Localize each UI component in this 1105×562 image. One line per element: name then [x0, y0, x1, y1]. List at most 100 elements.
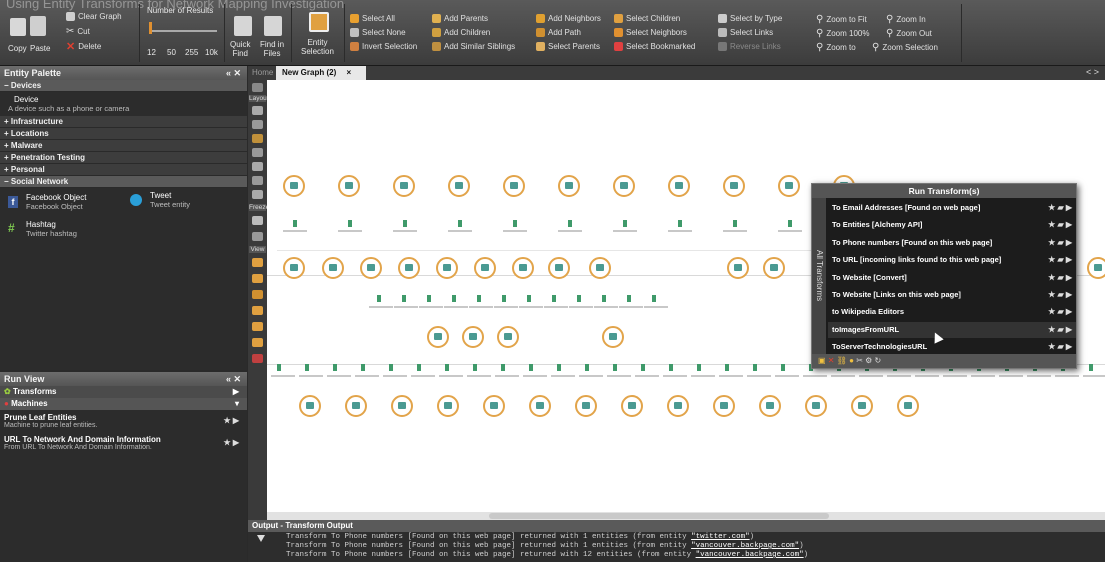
refresh-icon[interactable]: ↻ — [875, 356, 882, 365]
transform-run-icon[interactable]: ★ ▰ ▶ — [1048, 270, 1072, 286]
entity-node[interactable] — [558, 175, 580, 197]
leaf-entity[interactable] — [361, 364, 365, 371]
binoculars-icon[interactable] — [234, 16, 252, 36]
select-parents-button[interactable]: Select Parents — [536, 42, 600, 51]
tab-home[interactable]: Home — [252, 68, 273, 77]
entity-node[interactable] — [299, 395, 321, 417]
view-bubble-icon[interactable] — [252, 274, 263, 283]
entity-node[interactable] — [759, 395, 781, 417]
leaf-entity[interactable] — [458, 220, 462, 227]
refresh-icon[interactable] — [252, 232, 263, 241]
scrollbar-thumb[interactable] — [489, 513, 829, 519]
tab-close-icon[interactable]: × — [346, 68, 351, 77]
entity-node[interactable] — [778, 175, 800, 197]
entity-node[interactable] — [621, 395, 643, 417]
add-icon[interactable]: ▣ — [818, 356, 826, 365]
entity-node[interactable] — [897, 395, 919, 417]
circular-layout-icon[interactable] — [252, 162, 263, 171]
find-in-files-button[interactable]: Find in Files — [260, 40, 284, 58]
add-children-button[interactable]: Add Children — [432, 28, 490, 37]
entity-node[interactable] — [805, 395, 827, 417]
entity-device[interactable]: Device A device such as a phone or camer… — [0, 92, 247, 116]
leaf-entity[interactable] — [602, 295, 606, 302]
leaf-entity[interactable] — [417, 364, 421, 371]
entity-node[interactable] — [667, 395, 689, 417]
find-files-icon[interactable] — [264, 16, 282, 36]
zoom-to-fit-button[interactable]: ⚲ Zoom to Fit — [816, 14, 867, 25]
horizontal-scrollbar[interactable] — [267, 512, 1105, 520]
leaf-entity[interactable] — [277, 364, 281, 371]
select-bookmarked-button[interactable]: Select Bookmarked — [614, 42, 695, 51]
zoom-selection-button[interactable]: ⚲ Zoom Selection — [872, 42, 938, 53]
transform-menu-item[interactable]: To Phone numbers [Found on this web page… — [828, 235, 1076, 251]
entity-node[interactable] — [322, 257, 344, 279]
entity-node[interactable] — [763, 257, 785, 279]
entity-node[interactable] — [575, 395, 597, 417]
entity-node[interactable] — [548, 257, 570, 279]
leaf-entity[interactable] — [473, 364, 477, 371]
entity-node[interactable] — [497, 326, 519, 348]
entity-node[interactable] — [360, 257, 382, 279]
transforms-expand-icon[interactable]: ▶ — [233, 386, 239, 398]
leaf-entity[interactable] — [527, 295, 531, 302]
settings-icon[interactable]: ⚙ — [865, 356, 872, 365]
view-link-icon[interactable] — [252, 306, 263, 315]
select-all-button[interactable]: Select All — [350, 14, 395, 23]
cut-button[interactable]: ✂ Cut — [66, 26, 90, 37]
leaf-entity[interactable] — [577, 295, 581, 302]
machine-prune-leaf-entities[interactable]: Prune Leaf Entities Machine to prune lea… — [0, 410, 247, 432]
leaf-entity[interactable] — [389, 364, 393, 371]
entity-node[interactable] — [437, 395, 459, 417]
add-path-button[interactable]: Add Path — [536, 28, 581, 37]
entity-node[interactable] — [713, 395, 735, 417]
entity-node[interactable] — [391, 395, 413, 417]
leaf-entity[interactable] — [788, 220, 792, 227]
filter-icon[interactable] — [257, 535, 265, 542]
entity-node[interactable] — [503, 175, 525, 197]
category-penetration-testing[interactable]: + Penetration Testing — [0, 152, 247, 164]
transform-menu-item[interactable]: To Entities [Alchemy API] ★ ▰ ▶ — [828, 217, 1076, 233]
leaf-entity[interactable] — [403, 220, 407, 227]
entity-node[interactable] — [1087, 257, 1105, 279]
centrality-layout-icon[interactable] — [252, 134, 263, 143]
freeze-icon[interactable] — [252, 216, 263, 225]
zoom-out-button[interactable]: ⚲ Zoom Out — [886, 28, 932, 39]
entity-node[interactable] — [436, 257, 458, 279]
entity-node[interactable] — [723, 175, 745, 197]
entity-facebook-object[interactable]: Facebook Object Facebook Object — [26, 193, 86, 211]
leaf-entity[interactable] — [623, 220, 627, 227]
output-entity-link[interactable]: "vancouver.backpage.com" — [696, 551, 804, 559]
machine-run-icon[interactable]: ★ ▶ — [223, 438, 239, 447]
spread-layout-icon[interactable] — [252, 190, 263, 199]
results-slider-thumb[interactable] — [149, 22, 152, 34]
transform-run-icon[interactable]: ★ ▰ ▶ — [1048, 287, 1072, 303]
entity-tweet[interactable]: Tweet Tweet entity — [150, 191, 190, 209]
transform-menu-item[interactable]: To URL [incoming links found to this web… — [828, 252, 1076, 268]
copy-button[interactable]: Copy — [8, 44, 27, 53]
link-icon[interactable]: ⛓ — [837, 356, 847, 365]
transform-run-icon[interactable]: ★ ▰ ▶ — [1048, 304, 1072, 320]
entity-node[interactable] — [613, 175, 635, 197]
select-links-button[interactable]: Select Links — [718, 28, 773, 37]
view-weight-icon[interactable] — [252, 322, 263, 331]
view-degree-icon[interactable] — [252, 338, 263, 347]
machine-run-icon[interactable]: ★ ▶ — [223, 416, 239, 425]
select-by-type-button[interactable]: Select by Type — [718, 14, 782, 23]
reverse-links-button[interactable]: Reverse Links — [718, 42, 781, 51]
leaf-entity[interactable] — [725, 364, 729, 371]
entity-node[interactable] — [427, 326, 449, 348]
leaf-entity[interactable] — [552, 295, 556, 302]
entity-node[interactable] — [589, 257, 611, 279]
paste-button[interactable]: Paste — [30, 44, 50, 53]
palette-collapse-button[interactable]: « ✕ — [226, 66, 241, 80]
zoom-100-button[interactable]: ⚲ Zoom 100% — [816, 28, 869, 39]
leaf-entity[interactable] — [781, 364, 785, 371]
select-neighbors-button[interactable]: Select Neighbors — [614, 28, 687, 37]
category-social-network[interactable]: − Social Network — [0, 176, 247, 188]
entity-node[interactable] — [283, 257, 305, 279]
category-devices[interactable]: − Devices — [0, 80, 247, 92]
run-view-collapse-button[interactable]: « ✕ — [226, 372, 241, 386]
leaf-entity[interactable] — [753, 364, 757, 371]
entity-node[interactable] — [483, 395, 505, 417]
bookmark-icon[interactable]: ● — [849, 356, 854, 365]
